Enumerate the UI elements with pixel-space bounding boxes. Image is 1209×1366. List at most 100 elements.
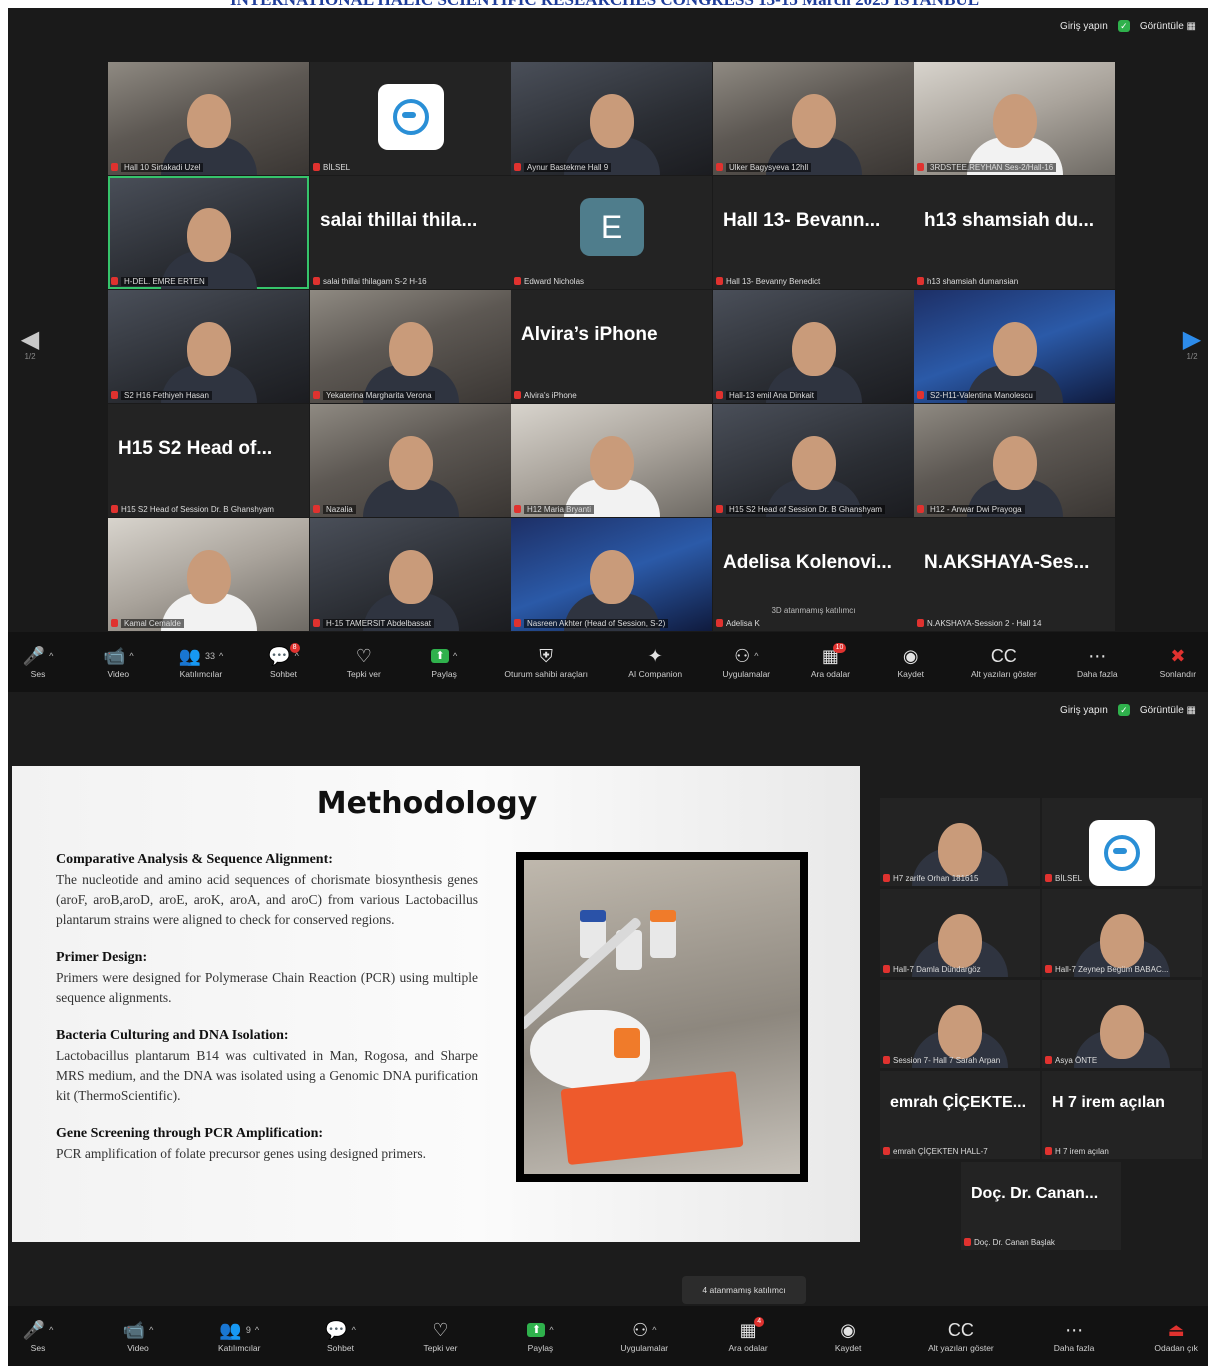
participant-tile[interactable]: H-15 TAMERSIT Abdelbassat <box>310 518 511 631</box>
more-button[interactable]: ⋯ Daha fazla <box>1054 1319 1095 1353</box>
participant-tile[interactable]: BİLSEL <box>1042 798 1202 886</box>
next-page-button[interactable]: ▶ 1/2 <box>1180 328 1204 362</box>
chevron-up-icon[interactable]: ^ <box>652 1320 656 1340</box>
captions-icon: CC <box>990 646 1017 666</box>
chat-button[interactable]: 💬 ^ 8 Sohbet <box>264 643 304 679</box>
chat-button[interactable]: 💬 ^ Sohbet <box>320 1319 360 1353</box>
apps-button[interactable]: ⚇ ^ Uygulamalar <box>620 1319 668 1353</box>
participant-name: Ulker Bagysyeva 12hll <box>726 162 812 172</box>
mic-muted-icon <box>111 163 118 171</box>
participant-tile[interactable]: Hall 13- Bevann... Hall 13- Bevanny Bened… <box>713 176 914 289</box>
chevron-up-icon[interactable]: ^ <box>352 1320 356 1340</box>
participant-tile[interactable]: H15 S2 Head of... H15 S2 Head of Session … <box>108 404 309 517</box>
participant-tile[interactable]: E Edward Nicholas <box>511 176 712 289</box>
participant-name: Edward Nicholas <box>524 276 585 286</box>
chevron-up-icon[interactable]: ^ <box>49 1320 53 1340</box>
chevron-up-icon[interactable]: ^ <box>129 646 133 666</box>
participants-button[interactable]: 👥 33 ^ Katılımcılar <box>179 645 224 679</box>
captions-button[interactable]: CC Alt yazıları göster <box>971 645 1037 679</box>
participant-tile[interactable]: H 7 irem açılan H 7 irem açılan <box>1042 1071 1202 1159</box>
breakout-button[interactable]: ▦ 4 Ara odalar <box>728 1317 768 1353</box>
share-button[interactable]: ⬆ ^ Paylaş <box>520 1319 560 1353</box>
video-icon: 📹 <box>122 1320 146 1340</box>
signin-link[interactable]: Giriş yapın <box>1060 21 1108 32</box>
participant-tile[interactable]: BİLSEL <box>310 62 511 175</box>
participant-name: Aynur Bastekme Hall 9 <box>524 162 612 172</box>
toolbar-label: Kaydet <box>834 1343 862 1353</box>
participant-tile[interactable]: Aynur Bastekme Hall 9 <box>511 62 712 175</box>
participant-tile[interactable]: Yekaterina Margharita Verona <box>310 290 511 403</box>
mic-muted-icon <box>313 163 320 171</box>
more-button[interactable]: ⋯ Daha fazla <box>1077 645 1118 679</box>
participant-name-bar: emrah ÇİÇEKTEN HALL-7 <box>883 1145 1037 1157</box>
toolbar-label: Alt yazıları göster <box>928 1343 994 1353</box>
participant-name-bar: Yekaterina Margharita Verona <box>313 389 508 401</box>
view-button[interactable]: Görüntüle ▦ <box>1140 705 1196 716</box>
participant-tile[interactable]: Asya ÖNTE <box>1042 980 1202 1068</box>
signin-link[interactable]: Giriş yapın <box>1060 705 1108 716</box>
participant-tile[interactable]: Hall 10 Sirtakadi Uzel <box>108 62 309 175</box>
participant-name: Nazalia <box>323 504 356 514</box>
participant-tile[interactable]: H15 S2 Head of Session Dr. B Ghanshyam <box>713 404 914 517</box>
host-tools-button[interactable]: ⛨ Oturum sahibi araçları <box>504 645 588 679</box>
apps-button[interactable]: ⚇ ^ Uygulamalar <box>722 645 770 679</box>
chevron-up-icon[interactable]: ^ <box>255 1320 259 1340</box>
notification-badge: 4 <box>754 1317 765 1327</box>
mic-muted-icon <box>883 874 890 882</box>
participant-tile[interactable]: Alvira’s iPhone Alvira's iPhone <box>511 290 712 403</box>
section-heading: Gene Screening through PCR Amplification… <box>56 1126 324 1141</box>
chevron-up-icon[interactable]: ^ <box>149 1320 153 1340</box>
participant-tile[interactable]: Session 7- Hall 7 Sarah Arpan <box>880 980 1040 1068</box>
participant-tile[interactable]: Ulker Bagysyeva 12hll <box>713 62 914 175</box>
participant-tile[interactable]: Hall-7 Damla Dündargöz <box>880 889 1040 977</box>
participant-tile[interactable]: Doç. Dr. Canan... Doç. Dr. Canan Başlak <box>961 1162 1121 1250</box>
leave-button[interactable]: ⏏ Odadan çık <box>1154 1319 1197 1353</box>
participant-tile[interactable]: Adelisa Kolenovi... 3D atanmamış katılımc… <box>713 518 914 631</box>
audio-button[interactable]: 🎤 ^ Ses <box>18 1319 58 1353</box>
participant-tile[interactable]: H-DEL. EMRE ERTEN <box>108 176 309 289</box>
record-button[interactable]: ◉ Kaydet <box>891 645 931 679</box>
view-button[interactable]: Görüntüle ▦ <box>1140 21 1196 32</box>
participant-name-bar: Alvira's iPhone <box>514 389 709 401</box>
participant-tile[interactable]: N.AKSHAYA-Ses... N.AKSHAYA-Session 2 - Ha… <box>914 518 1115 631</box>
ai-companion-button[interactable]: ✦ AI Companion <box>628 645 682 679</box>
react-button[interactable]: ♡ Tepki ver <box>344 645 384 679</box>
unassigned-toast[interactable]: 4 atanmamış katılımcı <box>682 1276 806 1304</box>
participant-face <box>938 1004 982 1059</box>
participant-tile[interactable]: S2 H16 Fethiyeh Hasan <box>108 290 309 403</box>
breakout-button[interactable]: ▦ 10 Ara odalar <box>810 643 850 679</box>
participant-tile[interactable]: 3RDSTEE.REYHAN Ses-2/Hall-16 <box>914 62 1115 175</box>
participants-button[interactable]: 👥 9 ^ Katılımcılar <box>218 1319 261 1353</box>
participant-tile[interactable]: S2-H11-Valentina Manolescu <box>914 290 1115 403</box>
record-button[interactable]: ◉ Kaydet <box>828 1319 868 1353</box>
react-button[interactable]: ♡ Tepki ver <box>420 1319 460 1353</box>
participant-tile[interactable]: Hall-13 emil Ana Dinkait <box>713 290 914 403</box>
captions-button[interactable]: CC Alt yazıları göster <box>928 1319 994 1353</box>
audio-button[interactable]: 🎤 ^ Ses <box>18 645 58 679</box>
chevron-up-icon[interactable]: ^ <box>549 1320 553 1340</box>
participant-tile[interactable]: Nasreen Akhter (Head of Session, S-2) <box>511 518 712 631</box>
participant-name-bar: H12 Maria Bryanti <box>514 503 709 515</box>
participant-name-bar: Hall-13 emil Ana Dinkait <box>716 389 911 401</box>
prev-page-button[interactable]: ◀ 1/2 <box>18 328 42 362</box>
participant-tile[interactable]: H12 - Anwar Dwi Prayoga <box>914 404 1115 517</box>
participant-tile[interactable]: Nazalia <box>310 404 511 517</box>
chevron-up-icon[interactable]: ^ <box>453 646 457 666</box>
chevron-up-icon[interactable]: ^ <box>219 646 223 666</box>
mic-muted-icon <box>514 619 521 627</box>
participant-tile[interactable]: salai thillai thila... salai thillai thil… <box>310 176 511 289</box>
participant-tile[interactable]: h13 shamsiah du... h13 shamsiah dumansian <box>914 176 1115 289</box>
participant-tile[interactable]: Hall-7 Zeynep Begüm BABAC... <box>1042 889 1202 977</box>
end-button[interactable]: ✖ Sonlandır <box>1158 645 1198 679</box>
participant-tile[interactable]: Kamal Cemalde <box>108 518 309 631</box>
participant-face <box>1100 913 1144 968</box>
video-button[interactable]: 📹 ^ Video <box>118 1319 158 1353</box>
participant-tile[interactable]: H7 zarife Orhan 181615 <box>880 798 1040 886</box>
chevron-up-icon[interactable]: ^ <box>754 646 758 666</box>
participant-name: H12 - Anwar Dwi Prayoga <box>927 504 1025 514</box>
participant-tile[interactable]: H12 Maria Bryanti <box>511 404 712 517</box>
chevron-up-icon[interactable]: ^ <box>49 646 53 666</box>
participant-tile[interactable]: emrah ÇİÇEKTE... emrah ÇİÇEKTEN HALL-7 <box>880 1071 1040 1159</box>
video-button[interactable]: 📹 ^ Video <box>98 645 138 679</box>
share-button[interactable]: ⬆ ^ Paylaş <box>424 645 464 679</box>
